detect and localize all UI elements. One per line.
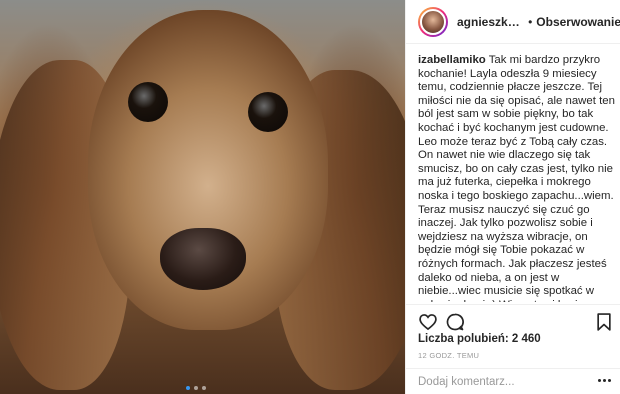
post-timestamp[interactable]: 12 GODZ. TEMU — [418, 351, 479, 360]
heart-outline-icon[interactable] — [418, 312, 438, 332]
likes-count[interactable]: Liczba polubień: 2 460 — [418, 333, 541, 345]
add-comment-bar — [406, 368, 620, 394]
comment-body: Tak mi bardzo przykro kochanie! Layla od… — [418, 54, 615, 302]
dog-eye-left — [128, 82, 168, 122]
comment-input[interactable] — [418, 375, 588, 388]
more-options-icon[interactable] — [598, 379, 611, 382]
comment-text: izabellamiko Tak mi bardzo przykro kocha… — [418, 54, 616, 302]
post-image[interactable] — [0, 0, 405, 394]
header-separator: • — [528, 14, 533, 29]
comment-author-link[interactable]: izabellamiko — [418, 54, 486, 66]
post-header: agnieszkawl... • Obserwowanie — [406, 0, 620, 44]
bookmark-icon[interactable] — [595, 312, 613, 332]
carousel-dot[interactable] — [186, 386, 190, 390]
dog-nose — [160, 228, 246, 290]
post-side-panel: agnieszkawl... • Obserwowanie izabellami… — [405, 0, 620, 394]
dog-eye-right — [248, 92, 288, 132]
carousel-indicator — [186, 386, 206, 390]
avatar[interactable] — [418, 6, 448, 37]
username-link[interactable]: agnieszkawl... — [457, 15, 524, 29]
carousel-dot[interactable] — [194, 386, 198, 390]
carousel-dot[interactable] — [202, 386, 206, 390]
comment-bubble-icon[interactable] — [445, 312, 465, 332]
following-button[interactable]: Obserwowanie — [536, 15, 620, 29]
